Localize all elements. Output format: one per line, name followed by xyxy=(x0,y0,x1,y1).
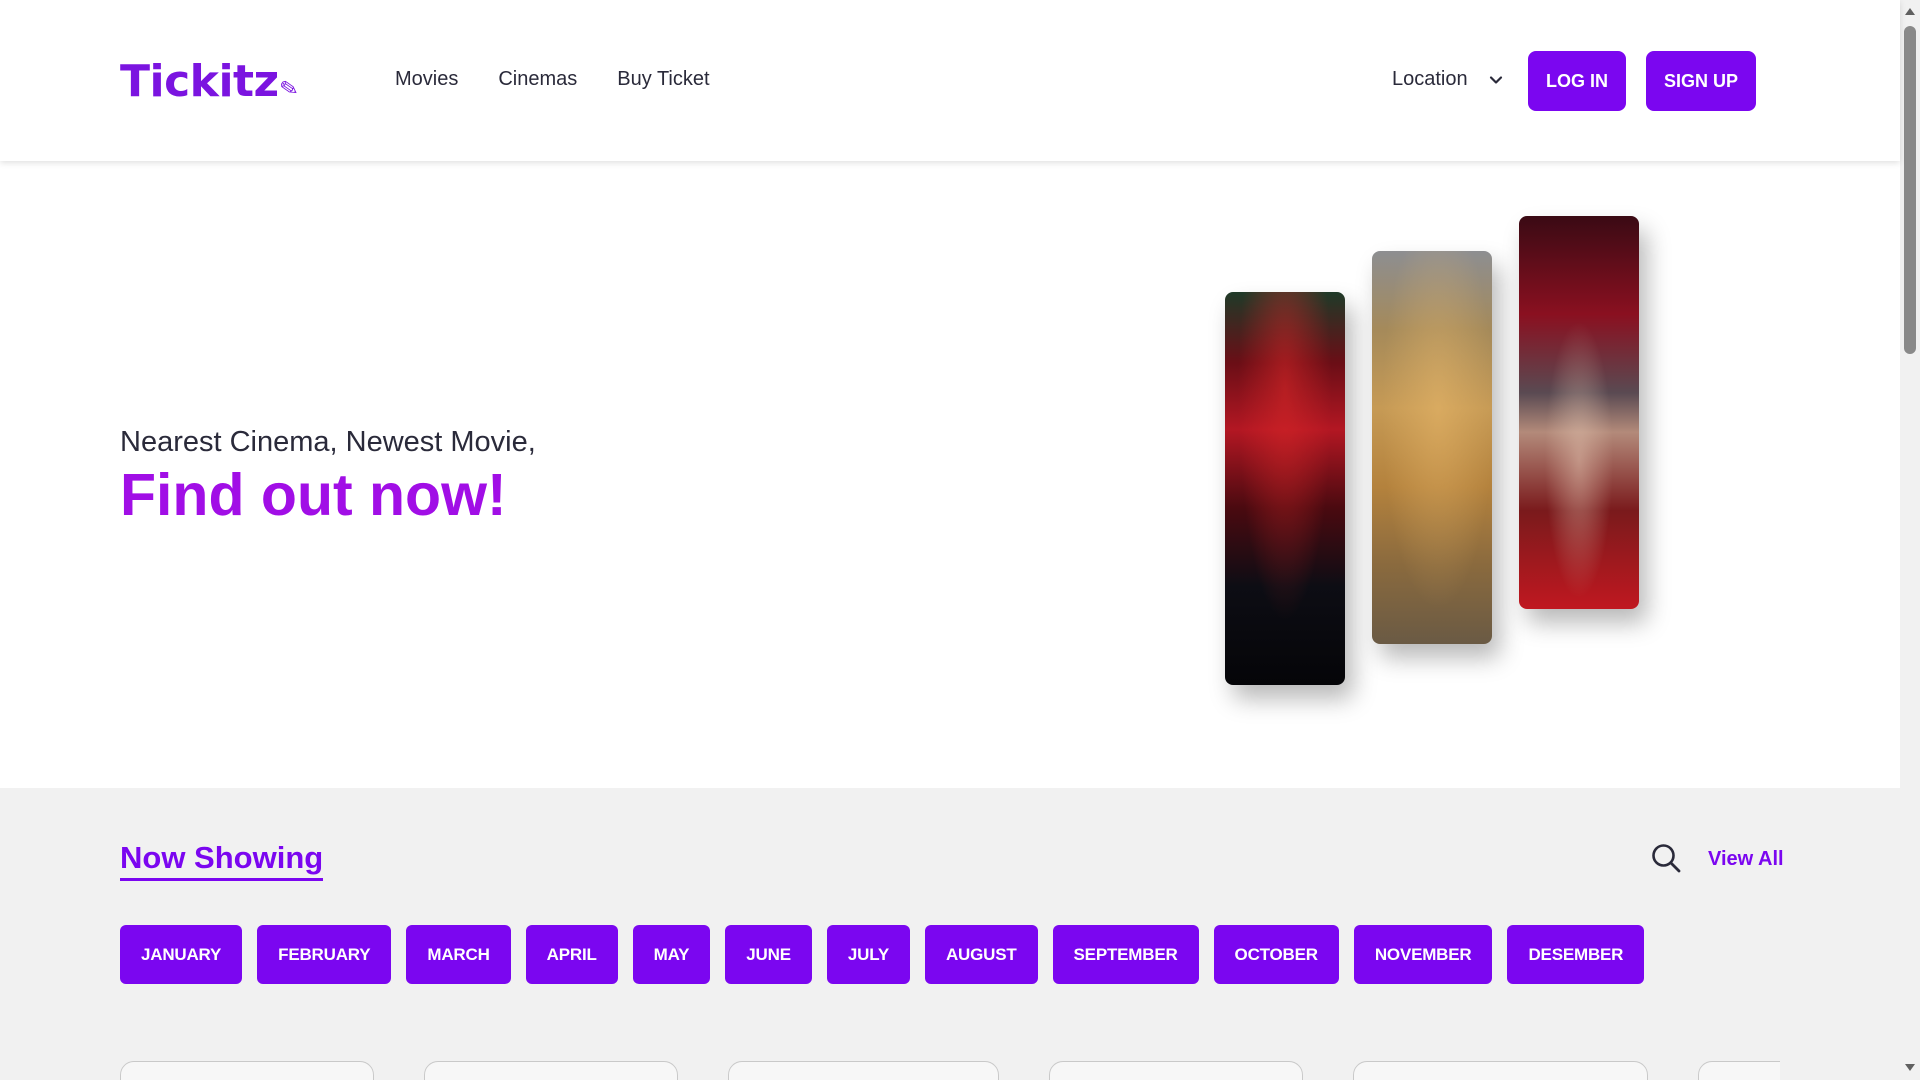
logo-text: Tickitz xyxy=(120,56,279,107)
month-button-january[interactable]: JANUARY xyxy=(120,925,243,984)
month-button-march[interactable]: MARCH xyxy=(406,925,511,984)
login-button[interactable]: LOG IN xyxy=(1528,51,1626,111)
signup-button[interactable]: SIGN UP xyxy=(1646,51,1756,111)
location-label: Location xyxy=(1392,68,1468,90)
month-button-july[interactable]: JULY xyxy=(826,925,910,984)
month-button-august[interactable]: AUGUST xyxy=(924,925,1038,984)
now-showing-title[interactable]: Now Showing xyxy=(120,840,324,881)
search-icon[interactable] xyxy=(1650,842,1682,874)
hero-section: Nearest Cinema, Newest Movie, Find out n… xyxy=(0,161,1900,788)
movie-card[interactable] xyxy=(1353,1061,1648,1080)
month-filter: JANUARY FEBRUARY MARCH APRIL MAY JUNE JU… xyxy=(120,925,1645,984)
month-button-september[interactable]: SEPTEMBER xyxy=(1052,925,1199,984)
movie-poster-star-wars xyxy=(1519,216,1639,609)
movie-card[interactable] xyxy=(424,1061,678,1080)
main-nav: Movies Cinemas Buy Ticket xyxy=(395,68,710,91)
page-scrollbar[interactable] xyxy=(1900,0,1920,1080)
nav-movies[interactable]: Movies xyxy=(395,68,458,91)
location-dropdown[interactable]: Location xyxy=(1392,68,1504,91)
top-navbar: Tickitz✎ Movies Cinemas Buy Ticket Locat… xyxy=(0,0,1900,161)
view-all-link[interactable]: View All xyxy=(1708,848,1784,871)
hero-subtitle: Nearest Cinema, Newest Movie, xyxy=(120,426,536,458)
scroll-up-arrow-icon[interactable] xyxy=(1905,8,1915,15)
movie-poster-lion-king xyxy=(1372,251,1492,644)
movie-poster-spiderman xyxy=(1225,292,1345,685)
month-button-may[interactable]: MAY xyxy=(632,925,711,984)
pen-icon: ✎ xyxy=(277,75,300,104)
month-button-june[interactable]: JUNE xyxy=(725,925,812,984)
movie-card[interactable] xyxy=(728,1061,999,1080)
movie-card-row xyxy=(0,1061,1780,1080)
nav-buy-ticket[interactable]: Buy Ticket xyxy=(617,68,709,91)
month-button-november[interactable]: NOVEMBER xyxy=(1353,925,1493,984)
movie-card[interactable] xyxy=(1049,1061,1303,1080)
now-showing-section: Now Showing View All JANUARY FEBRUARY MA… xyxy=(0,788,1900,1080)
hero-title: Find out now! xyxy=(120,462,507,528)
scroll-down-arrow-icon[interactable] xyxy=(1905,1064,1915,1071)
nav-cinemas[interactable]: Cinemas xyxy=(498,68,577,91)
movie-card[interactable] xyxy=(120,1061,374,1080)
chevron-down-icon xyxy=(1489,75,1502,84)
scrollbar-thumb[interactable] xyxy=(1904,26,1916,354)
movie-card[interactable] xyxy=(1698,1061,1780,1080)
tickitz-logo[interactable]: Tickitz✎ xyxy=(120,56,300,107)
month-button-april[interactable]: APRIL xyxy=(525,925,618,984)
month-button-february[interactable]: FEBRUARY xyxy=(257,925,392,984)
month-button-desember[interactable]: DESEMBER xyxy=(1507,925,1645,984)
month-button-october[interactable]: OCTOBER xyxy=(1213,925,1339,984)
